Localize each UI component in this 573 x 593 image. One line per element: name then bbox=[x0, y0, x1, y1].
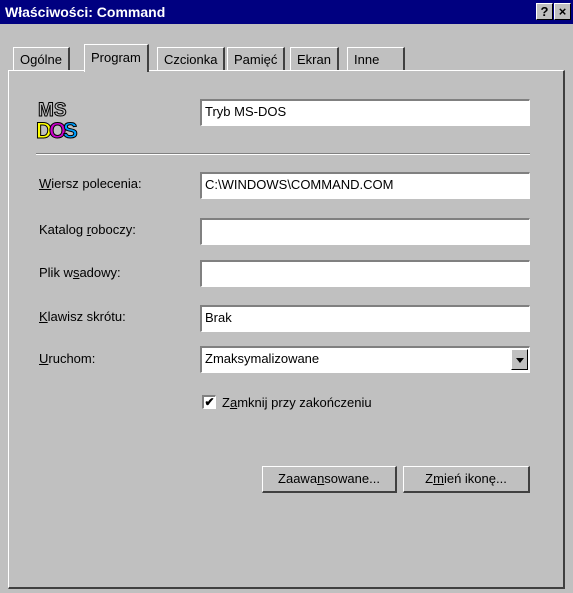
run-mode-value: Zmaksymalizowane bbox=[205, 351, 320, 366]
title-bar[interactable]: Właściwości: Command ? × bbox=[0, 0, 573, 24]
tab-program-label: Program bbox=[91, 50, 141, 65]
change-icon-label-accel: m bbox=[433, 471, 444, 486]
chevron-down-icon[interactable] bbox=[511, 349, 528, 370]
help-icon: ? bbox=[540, 4, 549, 19]
shortcut-key-value: Brak bbox=[205, 310, 232, 325]
advanced-label-rest: sowane... bbox=[324, 471, 380, 486]
advanced-label-pre: Zaawa bbox=[278, 471, 318, 486]
run-mode-select[interactable]: Zmaksymalizowane bbox=[200, 346, 530, 373]
change-icon-label-rest: ień ikonę... bbox=[443, 471, 507, 486]
change-icon-label-pre: Z bbox=[425, 471, 434, 486]
command-line-label-accel: W bbox=[39, 176, 52, 191]
checkmark-icon: ✔ bbox=[204, 395, 215, 409]
shortcut-key-label-rest: lawisz skrótu: bbox=[47, 309, 126, 324]
properties-window: Właściwości: Command ? × Ogólne Program … bbox=[0, 0, 573, 593]
shortcut-key-field[interactable]: Brak bbox=[200, 305, 530, 332]
command-line-value: C:\WINDOWS\COMMAND.COM bbox=[205, 177, 394, 192]
run-label-rest: ruchom: bbox=[48, 351, 96, 366]
ms-dos-icon: MS D O S bbox=[36, 100, 79, 144]
close-on-exit-label-pre: Z bbox=[222, 395, 230, 410]
program-name-value: Tryb MS-DOS bbox=[205, 104, 287, 119]
tab-font[interactable]: Czcionka bbox=[157, 47, 226, 71]
close-icon: × bbox=[558, 4, 567, 19]
run-label: Uruchom: bbox=[39, 351, 95, 367]
change-icon-button[interactable]: Zmień ikonę... bbox=[403, 466, 530, 493]
shortcut-key-label-accel: K bbox=[39, 309, 48, 324]
shortcut-key-label: Klawisz skrótu: bbox=[39, 309, 126, 325]
program-name-field[interactable]: Tryb MS-DOS bbox=[200, 99, 530, 126]
working-dir-label: Katalog roboczy: bbox=[39, 222, 136, 238]
close-on-exit-label[interactable]: Zamknij przy zakończeniu bbox=[222, 395, 372, 411]
batch-file-label-rest: adowy: bbox=[79, 265, 121, 280]
tab-other[interactable]: Inne bbox=[347, 47, 405, 71]
tab-memory-label: Pamięć bbox=[234, 52, 278, 67]
working-dir-label-rest: oboczy: bbox=[91, 222, 136, 237]
window-title: Właściwości: Command bbox=[5, 4, 166, 20]
close-on-exit-checkbox[interactable]: ✔ bbox=[202, 395, 216, 409]
working-dir-label-pre: Katalog bbox=[39, 222, 87, 237]
command-line-field[interactable]: C:\WINDOWS\COMMAND.COM bbox=[200, 172, 530, 199]
command-line-label: Wiersz polecenia: bbox=[39, 176, 142, 192]
tab-screen-label: Ekran bbox=[297, 52, 331, 67]
tab-general-label: Ogólne bbox=[20, 52, 62, 67]
close-button[interactable]: × bbox=[554, 3, 571, 20]
tab-program[interactable]: Program bbox=[84, 44, 149, 72]
tab-memory[interactable]: Pamięć bbox=[227, 47, 286, 71]
close-on-exit-label-rest: mknij przy zakończeniu bbox=[237, 395, 372, 410]
batch-file-label: Plik wsadowy: bbox=[39, 265, 121, 281]
run-label-accel: U bbox=[39, 351, 49, 366]
batch-file-label-pre: Plik w bbox=[39, 265, 73, 280]
help-button[interactable]: ? bbox=[536, 3, 553, 20]
tab-other-label: Inne bbox=[354, 52, 380, 67]
batch-file-field[interactable] bbox=[200, 260, 530, 287]
tab-general[interactable]: Ogólne bbox=[13, 47, 70, 71]
separator bbox=[36, 153, 530, 155]
command-line-label-text: iersz polecenia: bbox=[51, 176, 142, 191]
tab-screen[interactable]: Ekran bbox=[290, 47, 339, 71]
advanced-button[interactable]: Zaawansowane... bbox=[262, 466, 397, 493]
svg-text:S: S bbox=[63, 118, 78, 143]
working-dir-field[interactable] bbox=[200, 218, 530, 245]
tab-font-label: Czcionka bbox=[164, 52, 218, 67]
